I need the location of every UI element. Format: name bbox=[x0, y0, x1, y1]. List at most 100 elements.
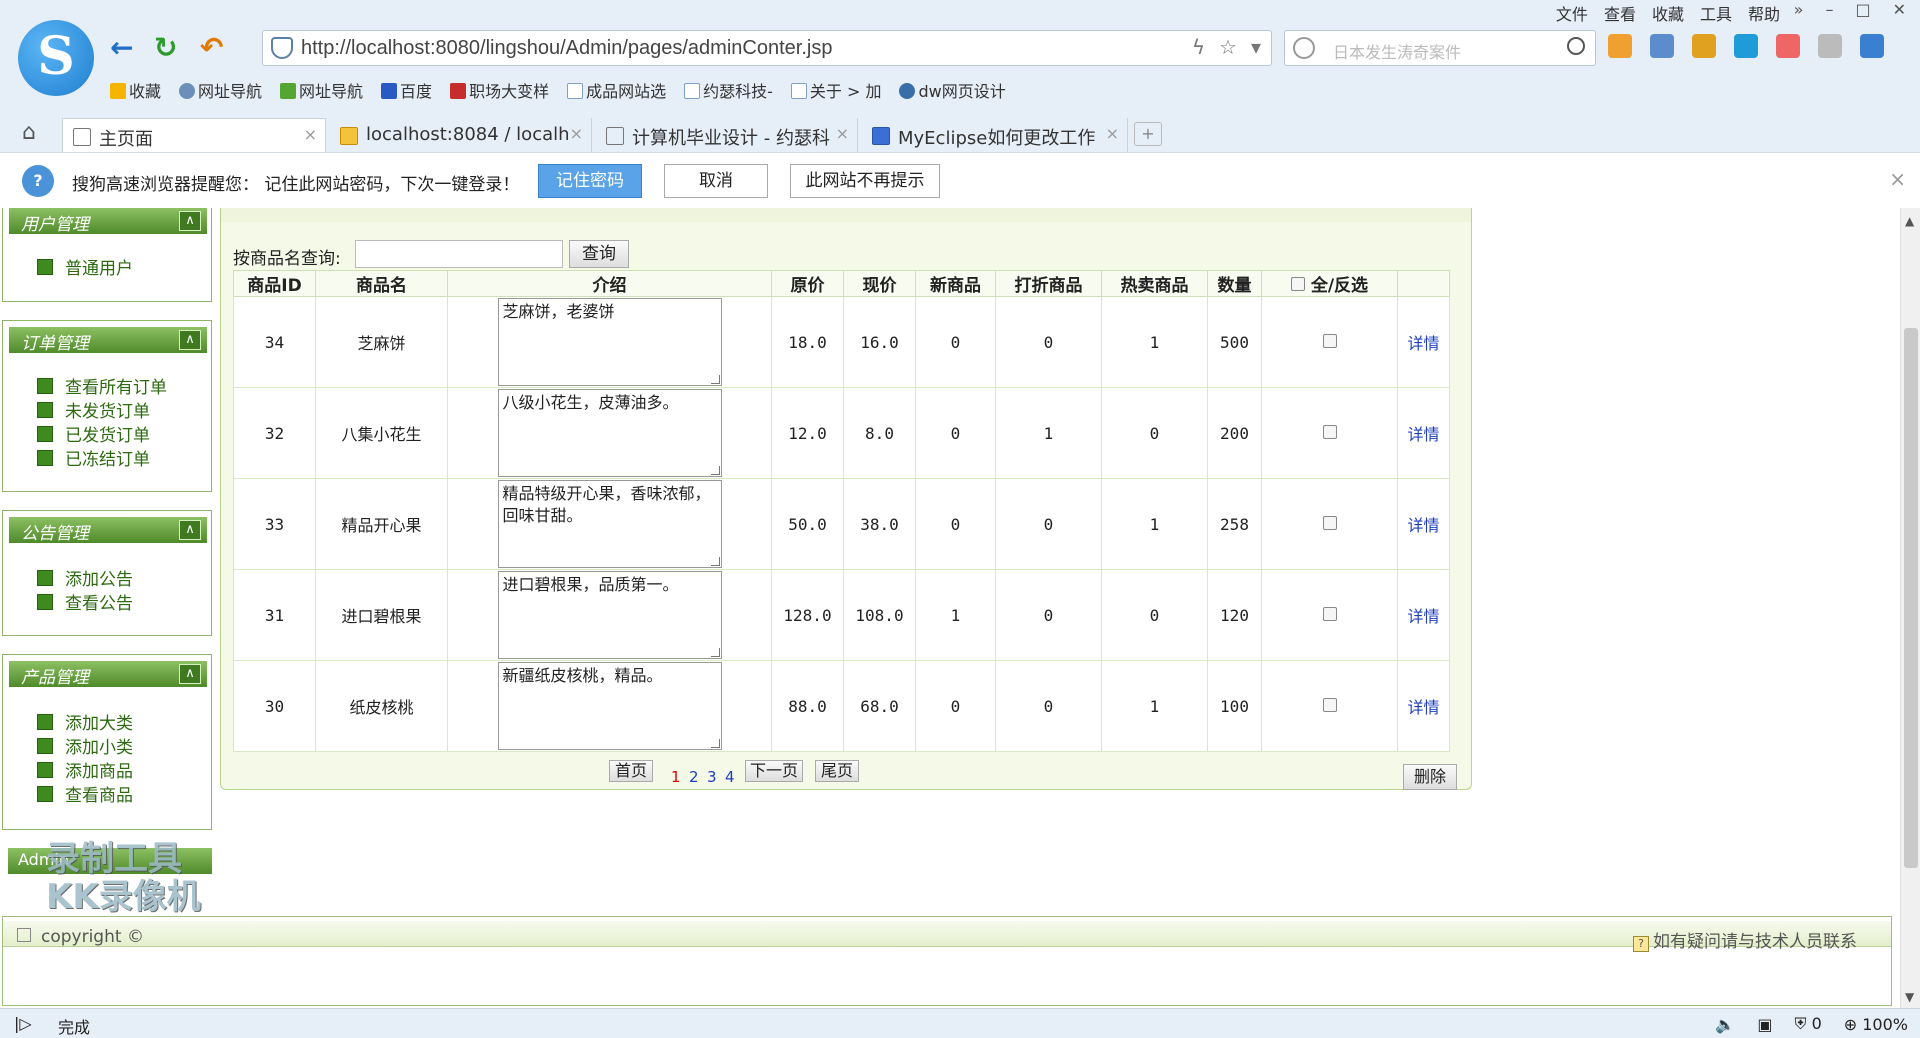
search-box[interactable]: 日本发生涛奇案件 bbox=[1284, 30, 1596, 66]
intro-textarea[interactable]: 八级小花生，皮薄油多。 bbox=[497, 389, 722, 477]
bookmark-baidu[interactable]: 百度 bbox=[381, 78, 432, 102]
tab-graduation-design[interactable]: 计算机毕业设计 - 约瑟科 × bbox=[596, 118, 858, 152]
page-link-2[interactable]: 2 bbox=[689, 768, 699, 786]
next-page-button[interactable]: 下一页 bbox=[745, 760, 803, 782]
menu-help[interactable]: 帮助 bbox=[1748, 1, 1780, 25]
weibo-icon[interactable] bbox=[1776, 34, 1800, 58]
close-icon[interactable]: × bbox=[1889, 167, 1906, 191]
tab-main-page[interactable]: 主页面 × bbox=[62, 118, 326, 152]
new-tab-button[interactable]: + bbox=[1134, 122, 1162, 146]
share-icon[interactable] bbox=[1608, 34, 1632, 58]
first-page-button[interactable]: 首页 bbox=[609, 760, 653, 782]
refresh-icon[interactable]: ↻ bbox=[154, 30, 177, 66]
screen-icon[interactable]: ▣ bbox=[1757, 1015, 1772, 1034]
tab-myeclipse[interactable]: MyEclipse如何更改工作 × bbox=[862, 118, 1128, 152]
page-link-3[interactable]: 3 bbox=[707, 768, 717, 786]
lightning-icon[interactable]: ϟ bbox=[1192, 35, 1205, 59]
sidebar-item-shipped-orders[interactable]: 已发货订单 bbox=[37, 421, 150, 446]
intro-textarea[interactable]: 精品特级开心果，香味浓郁，回味甘甜。 bbox=[497, 480, 722, 568]
bookmark-about[interactable]: 关于 > 加 bbox=[790, 78, 881, 102]
select-all-checkbox[interactable] bbox=[1290, 277, 1305, 291]
row-checkbox[interactable] bbox=[1322, 333, 1337, 348]
collapse-icon[interactable]: ∧ bbox=[179, 520, 201, 540]
intro-textarea[interactable]: 新疆纸皮核桃，精品。 bbox=[497, 662, 722, 750]
sidebar-section-title[interactable]: 用户管理 ∧ bbox=[9, 208, 207, 235]
close-icon[interactable]: × bbox=[304, 125, 317, 144]
sidebar-item-view-notices[interactable]: 查看公告 bbox=[37, 589, 133, 614]
key-icon[interactable] bbox=[1692, 34, 1716, 58]
bookmark-favorites[interactable]: 收藏 bbox=[110, 78, 161, 102]
menu-favorites[interactable]: 收藏 bbox=[1652, 1, 1684, 25]
search-icon[interactable] bbox=[1567, 37, 1585, 55]
never-remind-button[interactable]: 此网站不再提示 bbox=[790, 164, 940, 198]
intro-textarea[interactable]: 进口碧根果，品质第一。 bbox=[497, 571, 722, 659]
sidebar-item-view-products[interactable]: 查看商品 bbox=[37, 781, 133, 806]
sidebar-section-title[interactable]: 订单管理 ∧ bbox=[9, 327, 207, 354]
shield-counter[interactable]: ⛨ 0 bbox=[1794, 1014, 1821, 1034]
page-link-4[interactable]: 4 bbox=[725, 768, 735, 786]
sidebar-item-add-subcategory[interactable]: 添加小类 bbox=[37, 733, 133, 758]
address-url[interactable]: http://localhost:8080/lingshou/Admin/pag… bbox=[301, 37, 832, 60]
sidebar-item-add-product[interactable]: 添加商品 bbox=[37, 757, 133, 782]
tab-localhost[interactable]: localhost:8084 / localh × bbox=[330, 118, 592, 152]
row-checkbox[interactable] bbox=[1322, 606, 1337, 621]
close-icon[interactable]: × bbox=[1106, 124, 1119, 143]
home-icon[interactable]: ⌂ bbox=[22, 120, 36, 145]
bookmark-nav-1[interactable]: 网址导航 bbox=[179, 78, 262, 102]
sidebar-toggle-icon[interactable]: |▷ bbox=[14, 1014, 32, 1033]
menu-view[interactable]: 查看 bbox=[1604, 1, 1636, 25]
collapse-icon[interactable]: ∧ bbox=[179, 664, 201, 684]
sidebar-item-add-notice[interactable]: 添加公告 bbox=[37, 565, 133, 590]
menu-tools[interactable]: 工具 bbox=[1700, 1, 1732, 25]
row-checkbox[interactable] bbox=[1322, 424, 1337, 439]
remember-password-button[interactable]: 记住密码 bbox=[538, 164, 642, 198]
bookmark-yuese[interactable]: 约瑟科技- bbox=[684, 78, 773, 102]
product-name-search-input[interactable] bbox=[355, 240, 563, 268]
last-page-button[interactable]: 尾页 bbox=[815, 760, 859, 782]
star-icon[interactable]: ☆ bbox=[1219, 35, 1237, 59]
intro-textarea[interactable]: 芝麻饼，老婆饼 bbox=[497, 298, 722, 386]
detail-link[interactable]: 详情 bbox=[1407, 698, 1439, 717]
globe-icon[interactable] bbox=[1818, 34, 1842, 58]
close-icon[interactable]: × bbox=[836, 124, 849, 143]
cancel-button[interactable]: 取消 bbox=[664, 164, 768, 198]
bookmark-nav-2[interactable]: 网址导航 bbox=[280, 78, 363, 102]
query-button[interactable]: 查询 bbox=[569, 240, 629, 268]
collapse-icon[interactable]: ∧ bbox=[179, 330, 201, 350]
bookmark-finished-sites[interactable]: 成品网站选 bbox=[567, 78, 666, 102]
sidebar-item-regular-users[interactable]: 普通用户 bbox=[37, 254, 133, 279]
zoom-level[interactable]: ⊕ 100% bbox=[1844, 1015, 1908, 1034]
scrollbar-thumb[interactable] bbox=[1904, 328, 1918, 868]
scroll-down-icon[interactable]: ▼ bbox=[1905, 990, 1914, 1004]
sidebar-item-unshipped-orders[interactable]: 未发货订单 bbox=[37, 397, 150, 422]
expand-icon[interactable]: » bbox=[1794, 0, 1804, 19]
back-arrow-icon[interactable]: ← bbox=[110, 30, 133, 66]
delete-button[interactable]: 删除 bbox=[1403, 764, 1457, 790]
sidebar-section-title[interactable]: 公告管理 ∧ bbox=[9, 517, 207, 544]
qq-icon[interactable] bbox=[1734, 34, 1758, 58]
vertical-scrollbar[interactable]: ▲ ▼ bbox=[1900, 208, 1920, 1008]
sidebar-item-add-category[interactable]: 添加大类 bbox=[37, 709, 133, 734]
close-icon[interactable]: × bbox=[570, 124, 583, 143]
scroll-up-icon[interactable]: ▲ bbox=[1905, 214, 1914, 228]
address-bar[interactable]: http://localhost:8080/lingshou/Admin/pag… bbox=[262, 30, 1272, 66]
detail-link[interactable]: 详情 bbox=[1407, 516, 1439, 535]
search-engine-icon[interactable] bbox=[1293, 37, 1315, 59]
detail-link[interactable]: 详情 bbox=[1407, 425, 1439, 444]
maximize-button[interactable]: □ bbox=[1855, 0, 1870, 19]
sidebar-section-title[interactable]: 产品管理 ∧ bbox=[9, 661, 207, 688]
page-link-1[interactable]: 1 bbox=[671, 768, 681, 786]
minimize-button[interactable]: – bbox=[1825, 0, 1833, 19]
download-icon[interactable] bbox=[1860, 34, 1884, 58]
close-window-button[interactable]: ✕ bbox=[1893, 0, 1906, 19]
detail-link[interactable]: 详情 bbox=[1407, 334, 1439, 353]
undo-icon[interactable]: ↶ bbox=[200, 30, 223, 66]
bookmark-dw[interactable]: dw网页设计 bbox=[899, 78, 1006, 102]
row-checkbox[interactable] bbox=[1322, 515, 1337, 530]
collapse-icon[interactable]: ∧ bbox=[179, 211, 201, 231]
row-checkbox[interactable] bbox=[1322, 697, 1337, 712]
sidebar-item-frozen-orders[interactable]: 已冻结订单 bbox=[37, 445, 150, 470]
bookmark-career[interactable]: 职场大变样 bbox=[450, 78, 549, 102]
detail-link[interactable]: 详情 bbox=[1407, 607, 1439, 626]
scissors-icon[interactable] bbox=[1650, 34, 1674, 58]
